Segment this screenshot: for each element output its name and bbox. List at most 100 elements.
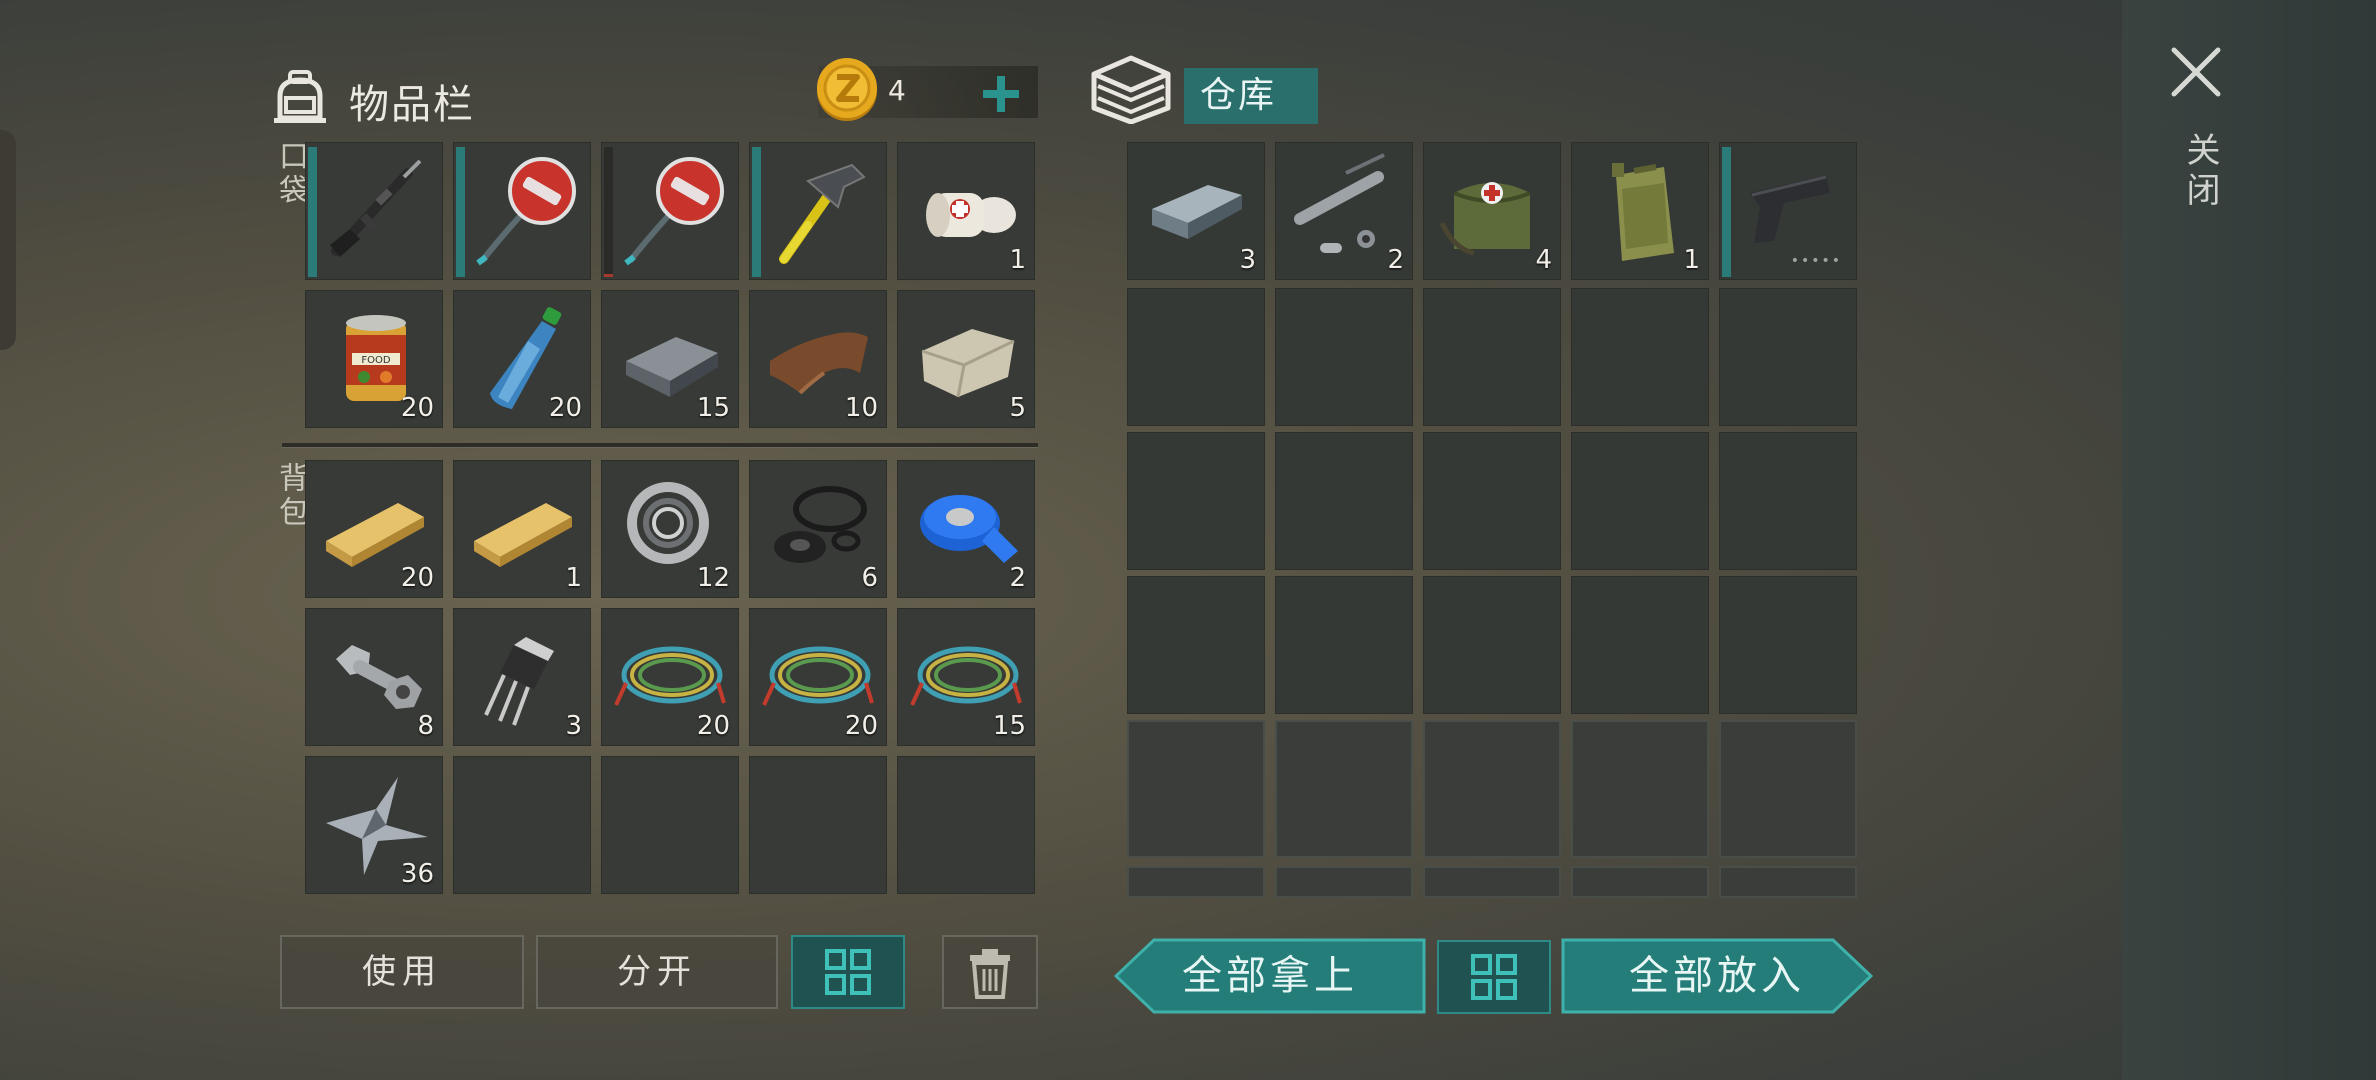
durability-dots: ••••• — [1790, 253, 1842, 269]
item-quantity: 20 — [696, 711, 730, 741]
stop-sign-icon — [476, 157, 576, 266]
warehouse-sort-button[interactable] — [1437, 940, 1551, 1014]
use-button[interactable]: 使用 — [280, 935, 524, 1009]
backpack-slot-3[interactable]: 12 — [601, 460, 739, 598]
warehouse-slot-22[interactable] — [1275, 720, 1413, 858]
item-quantity: 20 — [844, 711, 878, 741]
warehouse-slot-2[interactable]: 2 — [1275, 142, 1413, 280]
warehouse-slot-6[interactable] — [1127, 288, 1265, 426]
sort-grid-button[interactable] — [791, 935, 905, 1009]
item-quantity: 3 — [1239, 245, 1256, 275]
take-all-button[interactable]: 全部拿上 — [1114, 938, 1426, 1014]
warehouse-slot-4[interactable]: 1 — [1571, 142, 1709, 280]
item-quantity: 4 — [1535, 245, 1552, 275]
backpack-slot-1[interactable]: 20 — [305, 460, 443, 598]
grid-icon — [1471, 954, 1517, 1000]
backpack-slot-11[interactable]: 36 — [305, 756, 443, 894]
backpack-slot-5[interactable]: 2 — [897, 460, 1035, 598]
warehouse-slot-13[interactable] — [1423, 432, 1561, 570]
pocket-slot-1[interactable] — [305, 142, 443, 280]
put-all-button[interactable]: 全部放入 — [1561, 938, 1873, 1014]
section-divider — [282, 443, 1038, 448]
trash-button[interactable] — [942, 935, 1038, 1009]
left-edge-tab[interactable] — [0, 130, 16, 350]
pocket-slot-4[interactable] — [749, 142, 887, 280]
warehouse-slot-9[interactable] — [1571, 288, 1709, 426]
coin-count: 4 — [888, 74, 906, 107]
backpack-slot-9[interactable]: 20 — [749, 608, 887, 746]
warehouse-slot-23[interactable] — [1423, 720, 1561, 858]
split-button[interactable]: 分开 — [536, 935, 778, 1009]
warehouse-slot-1[interactable]: 3 — [1127, 142, 1265, 280]
backpack-slot-14[interactable] — [749, 756, 887, 894]
backpack-slot-4[interactable]: 6 — [749, 460, 887, 598]
warehouse-slot-29[interactable] — [1571, 866, 1709, 898]
stop-sign-icon — [624, 157, 724, 266]
warehouse-slot-3[interactable]: 4 — [1423, 142, 1561, 280]
warehouse-slot-26[interactable] — [1127, 866, 1265, 898]
backpack-slot-7[interactable]: 3 — [453, 608, 591, 746]
backpack-slot-15[interactable] — [897, 756, 1035, 894]
warehouse-slot-27[interactable] — [1275, 866, 1413, 898]
warehouse-slot-25[interactable] — [1719, 720, 1857, 858]
item-quantity: 2 — [1387, 245, 1404, 275]
pocket-slot-10[interactable]: 5 — [897, 290, 1035, 428]
svg-text:FOOD: FOOD — [361, 355, 390, 366]
warehouse-slot-20[interactable] — [1719, 576, 1857, 714]
add-coins-button[interactable] — [976, 70, 1026, 118]
close-button[interactable]: 关闭 — [2176, 132, 2225, 212]
durability-marker — [604, 274, 613, 277]
pocket-slot-5[interactable]: 1 — [897, 142, 1035, 280]
item-quantity: 1 — [1683, 245, 1700, 275]
item-quantity: 12 — [696, 563, 730, 593]
backpack-icon — [274, 70, 326, 123]
item-quantity: 1 — [565, 563, 582, 593]
take-all-label: 全部拿上 — [1182, 953, 1358, 999]
backpack-slot-13[interactable] — [601, 756, 739, 894]
item-quantity: 8 — [417, 711, 434, 741]
inventory-title: 物品栏 — [349, 82, 475, 128]
warehouse-slot-19[interactable] — [1571, 576, 1709, 714]
warehouse-slot-17[interactable] — [1275, 576, 1413, 714]
warehouse-slot-7[interactable] — [1275, 288, 1413, 426]
pocket-slot-7[interactable]: 20 — [453, 290, 591, 428]
item-quantity: 3 — [565, 711, 582, 741]
warehouse-slot-21[interactable] — [1127, 720, 1265, 858]
hammer-icon — [779, 163, 866, 264]
backpack-slot-2[interactable]: 1 — [453, 460, 591, 598]
warehouse-slot-8[interactable] — [1423, 288, 1561, 426]
close-icon[interactable] — [2168, 44, 2224, 100]
warehouse-slot-14[interactable] — [1571, 432, 1709, 570]
item-quantity: 2 — [1009, 563, 1026, 593]
item-quantity: 15 — [696, 393, 730, 423]
warehouse-slot-10[interactable] — [1719, 288, 1857, 426]
item-quantity: 20 — [400, 563, 434, 593]
item-quantity: 15 — [992, 711, 1026, 741]
warehouse-slot-28[interactable] — [1423, 866, 1561, 898]
backpack-slot-10[interactable]: 15 — [897, 608, 1035, 746]
pocket-slot-9[interactable]: 10 — [749, 290, 887, 428]
pocket-slot-8[interactable]: 15 — [601, 290, 739, 428]
trash-icon — [970, 949, 1010, 999]
warehouse-slot-11[interactable] — [1127, 432, 1265, 570]
warehouse-slot-30[interactable] — [1719, 866, 1857, 898]
pocket-slot-6[interactable]: FOOD 20 — [305, 290, 443, 428]
warehouse-tab[interactable]: 仓库 — [1184, 68, 1318, 124]
backpack-slot-12[interactable] — [453, 756, 591, 894]
warehouse-slot-24[interactable] — [1571, 720, 1709, 858]
warehouse-slot-12[interactable] — [1275, 432, 1413, 570]
item-quantity: 5 — [1009, 393, 1026, 423]
warehouse-slot-15[interactable] — [1719, 432, 1857, 570]
pocket-slot-2[interactable] — [453, 142, 591, 280]
warehouse-slot-18[interactable] — [1423, 576, 1561, 714]
warehouse-slot-16[interactable] — [1127, 576, 1265, 714]
item-quantity: 20 — [400, 393, 434, 423]
warehouse-slot-5[interactable]: ••••• — [1719, 142, 1857, 280]
backpack-slot-6[interactable]: 8 — [305, 608, 443, 746]
item-quantity: 36 — [400, 859, 434, 889]
warehouse-icon — [1091, 55, 1171, 124]
pocket-slot-3[interactable] — [601, 142, 739, 280]
backpack-slot-8[interactable]: 20 — [601, 608, 739, 746]
rifle-icon — [330, 159, 422, 257]
item-quantity: 6 — [861, 563, 878, 593]
